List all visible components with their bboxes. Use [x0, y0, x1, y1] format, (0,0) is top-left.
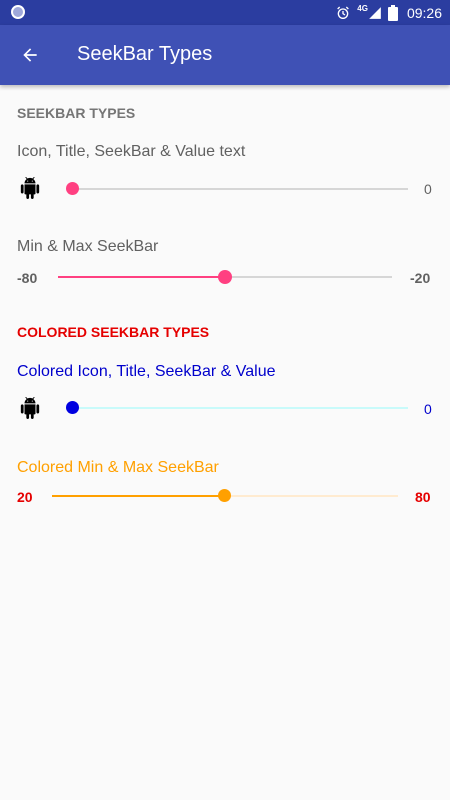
- app-bar: SeekBar Types: [0, 25, 450, 85]
- min-max-seekbar-track[interactable]: [225, 276, 392, 278]
- colored-max-value-label: 80: [415, 489, 431, 505]
- min-max-seekbar-title: Min & Max SeekBar: [17, 238, 159, 255]
- android-icon: [20, 397, 40, 419]
- seekbar-track[interactable]: [72, 188, 408, 190]
- arrow-back-icon: [23, 48, 37, 62]
- colored-seekbar-thumb[interactable]: [66, 401, 79, 414]
- status-time: 09:26: [406, 4, 442, 21]
- min-max-seekbar-track-filled[interactable]: [58, 276, 225, 278]
- colored-seekbar-track[interactable]: [72, 407, 408, 409]
- seekbar-title: Icon, Title, SeekBar & Value text: [17, 143, 246, 160]
- min-max-seekbar-thumb[interactable]: [218, 270, 232, 284]
- notification-icon: [11, 5, 25, 19]
- battery-icon: [387, 4, 398, 21]
- section-header-colored-seekbar-types: COLORED SEEKBAR TYPES: [17, 324, 210, 340]
- colored-min-max-seekbar-track-filled[interactable]: [52, 495, 225, 497]
- status-bar: 4G 09:26: [0, 0, 450, 25]
- network-type-label: 4G: [357, 4, 368, 13]
- colored-min-max-seekbar-title: Colored Min & Max SeekBar: [17, 459, 219, 476]
- back-button[interactable]: [14, 39, 46, 71]
- colored-seekbar-value-label: 0: [424, 401, 432, 417]
- status-icons: 4G 09:26: [335, 0, 442, 25]
- page-title: SeekBar Types: [77, 43, 213, 65]
- android-icon: [20, 177, 40, 199]
- max-value-label: -20: [410, 270, 431, 286]
- min-value-label: -80: [17, 270, 38, 286]
- seekbar-thumb[interactable]: [66, 182, 79, 195]
- colored-min-value-label: 20: [17, 489, 33, 505]
- seekbar-value-label: 0: [424, 181, 432, 197]
- alarm-icon: [337, 6, 350, 19]
- section-header-seekbar-types: SEEKBAR TYPES: [17, 105, 136, 121]
- colored-min-max-seekbar-thumb[interactable]: [218, 489, 231, 502]
- cell-signal-icon: [369, 6, 381, 19]
- colored-min-max-seekbar-track[interactable]: [225, 495, 398, 497]
- colored-seekbar-title: Colored Icon, Title, SeekBar & Value: [17, 363, 276, 380]
